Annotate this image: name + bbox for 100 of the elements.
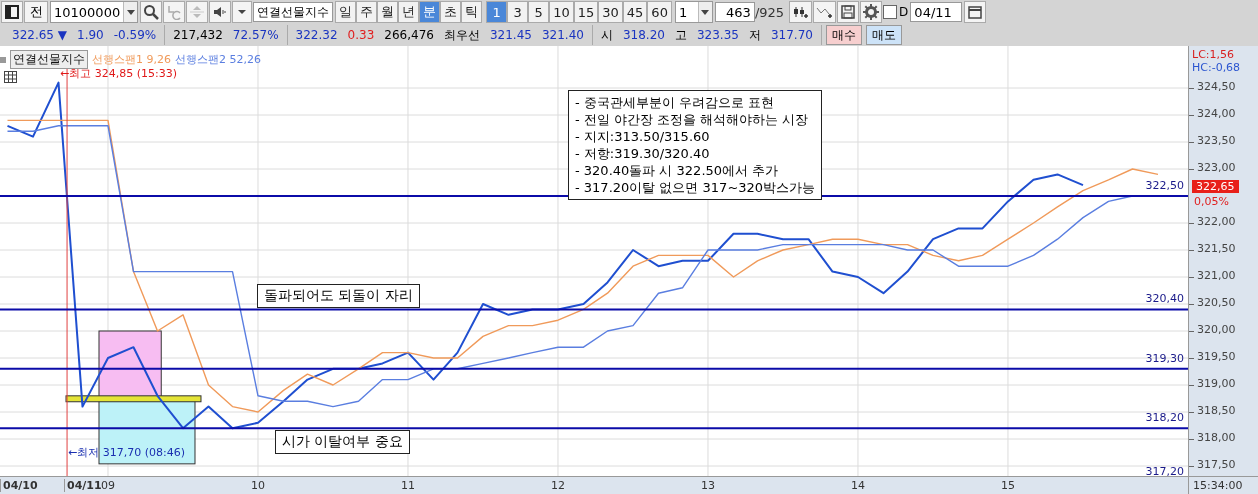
candle-add-icon[interactable] (789, 1, 813, 23)
axis-label: 321,00 (1197, 269, 1236, 282)
axis-label: 12 (549, 479, 566, 492)
search-icon[interactable] (140, 1, 163, 23)
name-field[interactable]: 연결선물지수 (253, 2, 334, 22)
axis-label: 319,50 (1197, 350, 1236, 363)
level-label: 318,20 (1145, 411, 1184, 425)
quote-value: 217,432 (173, 28, 223, 42)
interval-button[interactable]: 15 (573, 1, 599, 23)
period-button[interactable]: 주 (356, 1, 378, 23)
line-add-icon[interactable] (813, 1, 837, 23)
period-button[interactable]: 월 (377, 1, 399, 23)
time-label: 15:34:00 (1192, 478, 1244, 492)
quote-value: -0.59% (113, 28, 157, 42)
current-price-tag: 322,65 (1192, 179, 1239, 193)
axis-label: 14 (849, 479, 866, 492)
axis-label: 320,00 (1197, 323, 1236, 336)
axis-label: 320,50 (1197, 296, 1236, 309)
calendar-icon[interactable] (964, 1, 987, 23)
interval-button[interactable]: 5 (528, 1, 550, 23)
interval-button[interactable]: 60 (647, 1, 672, 23)
note-line: 시가 이탈여부 중요 (282, 433, 403, 451)
axis-label: 11 (399, 479, 416, 492)
quote-value: 저 (748, 26, 761, 44)
price-marker: ←최저 317,70 (08:46) (68, 445, 185, 460)
axis-label: 09 (101, 479, 116, 492)
lc-reading: LC:1,56 (1192, 48, 1234, 61)
quote-value: 318.20 (622, 28, 665, 42)
note-line: - 저항:319.30/320.40 (575, 145, 711, 162)
axis-label: 324,50 (1197, 80, 1236, 93)
date-field[interactable]: 04/11 (910, 2, 963, 22)
period-button[interactable]: 초 (440, 1, 462, 23)
period-button[interactable]: 틱 (461, 1, 483, 23)
caret-icon (123, 2, 138, 22)
interval-button[interactable]: 10 (549, 1, 574, 23)
note-line: - 지지:313.50/315.60 (575, 128, 711, 145)
legend-title[interactable]: 연결선물지수 (10, 50, 88, 69)
count-field[interactable]: 463 (714, 2, 755, 22)
level-label: 322,50 (1145, 179, 1184, 192)
axis-label: 323,50 (1197, 134, 1236, 147)
interval-button[interactable]: 3 (507, 1, 529, 23)
checkbox-label: D (899, 5, 909, 19)
count-combo[interactable]: 1 (674, 1, 713, 23)
interval-button[interactable]: 30 (598, 1, 623, 23)
quote-value: 323.35 (696, 28, 739, 42)
grid-icon[interactable] (4, 71, 17, 83)
speaker-icon[interactable] (209, 1, 232, 23)
prefix-button[interactable]: 전 (24, 1, 48, 23)
d-checkbox[interactable] (883, 5, 898, 19)
settings-icon[interactable] (860, 1, 883, 23)
buy-button[interactable]: 매수 (825, 25, 862, 45)
axis-label: 318,00 (1197, 431, 1236, 444)
legend-item: 선행스팬1 9,26 (92, 52, 171, 67)
quote-value: 1.90 (77, 28, 104, 42)
note-line: - 317.20이탈 없으면 317~320박스가능 (575, 179, 816, 196)
quote-value: 321.40 (541, 28, 584, 42)
date-label: 04/11 (64, 479, 102, 492)
period-button[interactable]: 분 (419, 1, 441, 23)
quote-value: 고 (674, 26, 687, 44)
axis-label: 323,00 (1197, 161, 1236, 174)
quote-value: 최우선 (443, 26, 480, 44)
axis-label: 317,50 (1197, 458, 1236, 471)
quote-value: 0.33 (347, 28, 375, 42)
sell-button[interactable]: 매도 (865, 25, 902, 45)
quote-value: 321.45 (489, 28, 532, 42)
save-icon[interactable] (837, 1, 860, 23)
axis-label: 318,50 (1197, 404, 1236, 417)
quote-value: 322.65 ▼ (12, 28, 68, 42)
axis-label: 322,00 (1197, 215, 1236, 228)
period-button[interactable]: 일 (335, 1, 357, 23)
level-label: 317,20 (1145, 465, 1184, 476)
quote-value: 72.57% (232, 28, 279, 42)
total-count: /925 (754, 4, 785, 20)
note-line: - 320.40돌파 시 322.50에서 추가 (575, 162, 780, 179)
axis-label: 319,00 (1197, 377, 1236, 390)
note-line: 돌파되어도 되돌이 자리 (264, 287, 413, 305)
period-button[interactable]: 년 (398, 1, 420, 23)
price-change: 0,05% (1194, 194, 1229, 208)
interval-button[interactable]: 45 (622, 1, 648, 23)
caret-icon[interactable] (232, 1, 253, 23)
axis-label: 13 (699, 479, 716, 492)
interval-button[interactable]: 1 (486, 1, 508, 23)
axis-label: 15 (999, 479, 1016, 492)
window-icon[interactable] (1, 1, 23, 23)
axis-label: 321,50 (1197, 242, 1236, 255)
date-label: 04/10 (0, 479, 38, 492)
legend-item: 선행스팬2 52,26 (175, 52, 261, 67)
square-icon (0, 56, 6, 63)
note-line: - 전일 야간장 조정을 해석해야하는 시장 (575, 111, 810, 128)
quote-value: 317.70 (770, 28, 813, 42)
note-line: - 중국관세부분이 우려감으로 표현 (575, 94, 776, 111)
axis-label: 10 (250, 479, 266, 492)
axis-label: 324,00 (1197, 107, 1236, 120)
quote-value: 시 (600, 26, 613, 44)
price-marker: ←최고 324,85 (15:33) (60, 66, 177, 81)
quote-value: 266,476 (384, 28, 434, 42)
code-combo[interactable]: 10100000 (50, 1, 139, 23)
level-label: 319,30 (1145, 351, 1184, 365)
level-label: 320,40 (1145, 292, 1184, 306)
hc-reading: HC:-0,68 (1192, 61, 1241, 74)
